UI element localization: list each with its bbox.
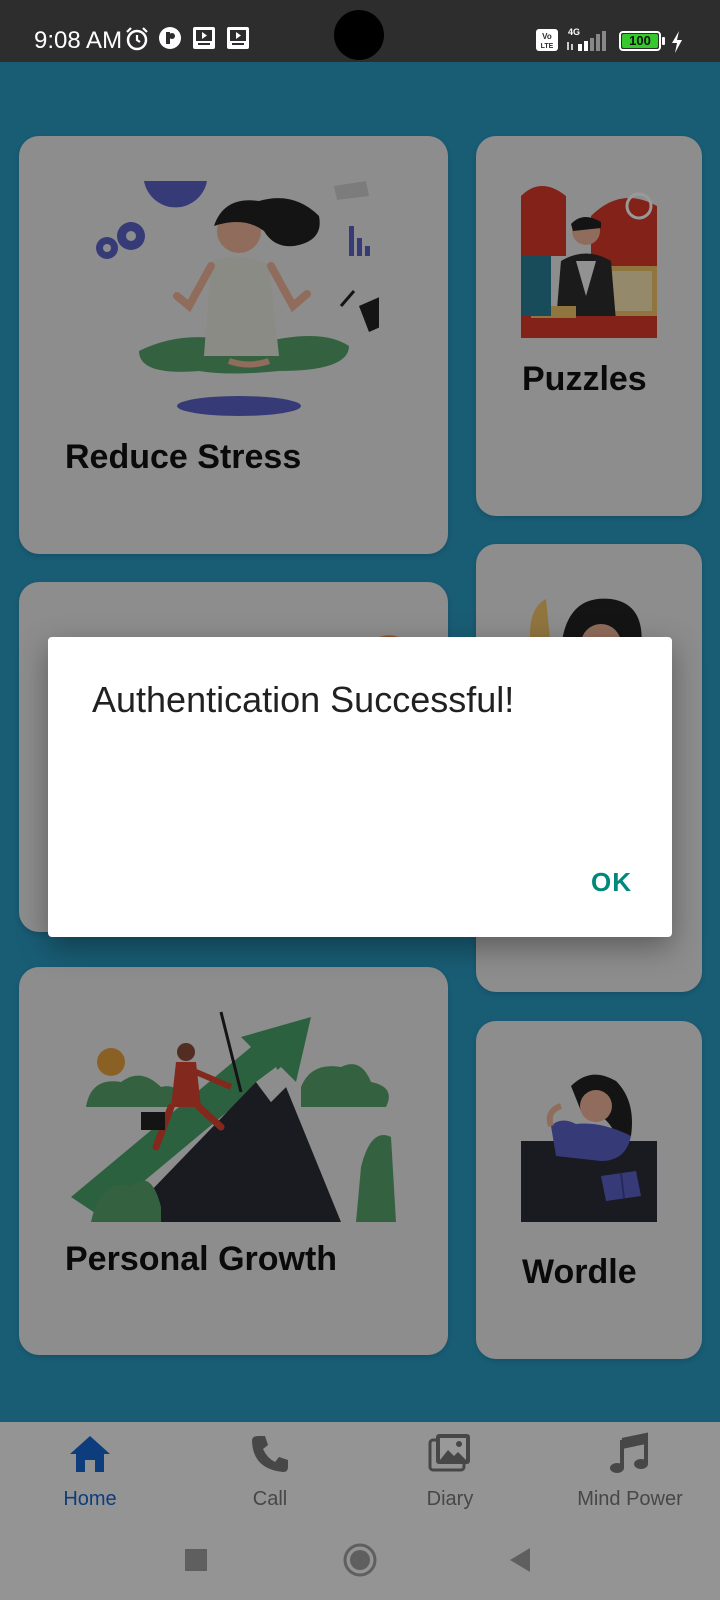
signal-icon: [567, 31, 606, 51]
charging-icon: [672, 31, 682, 53]
app-notification-icon: [159, 27, 181, 49]
camera-cutout: [334, 10, 384, 60]
dialog-title: Authentication Successful!: [92, 679, 515, 720]
status-bar: 9:08 AM Vo LTE 4G 100: [0, 0, 720, 62]
battery-cap: [662, 37, 665, 45]
volte-icon: Vo LTE: [536, 29, 558, 51]
svg-text:LTE: LTE: [541, 43, 554, 50]
alarm-icon: [126, 27, 148, 51]
battery-level: 100: [622, 34, 658, 48]
status-time: 9:08 AM: [34, 27, 123, 54]
video-icon: [193, 27, 215, 49]
ok-button[interactable]: OK: [591, 867, 632, 898]
alert-dialog: Authentication Successful! OK: [48, 637, 672, 937]
video-icon: [227, 27, 249, 49]
svg-text:Vo: Vo: [542, 32, 552, 41]
battery-icon: 100: [619, 31, 661, 51]
